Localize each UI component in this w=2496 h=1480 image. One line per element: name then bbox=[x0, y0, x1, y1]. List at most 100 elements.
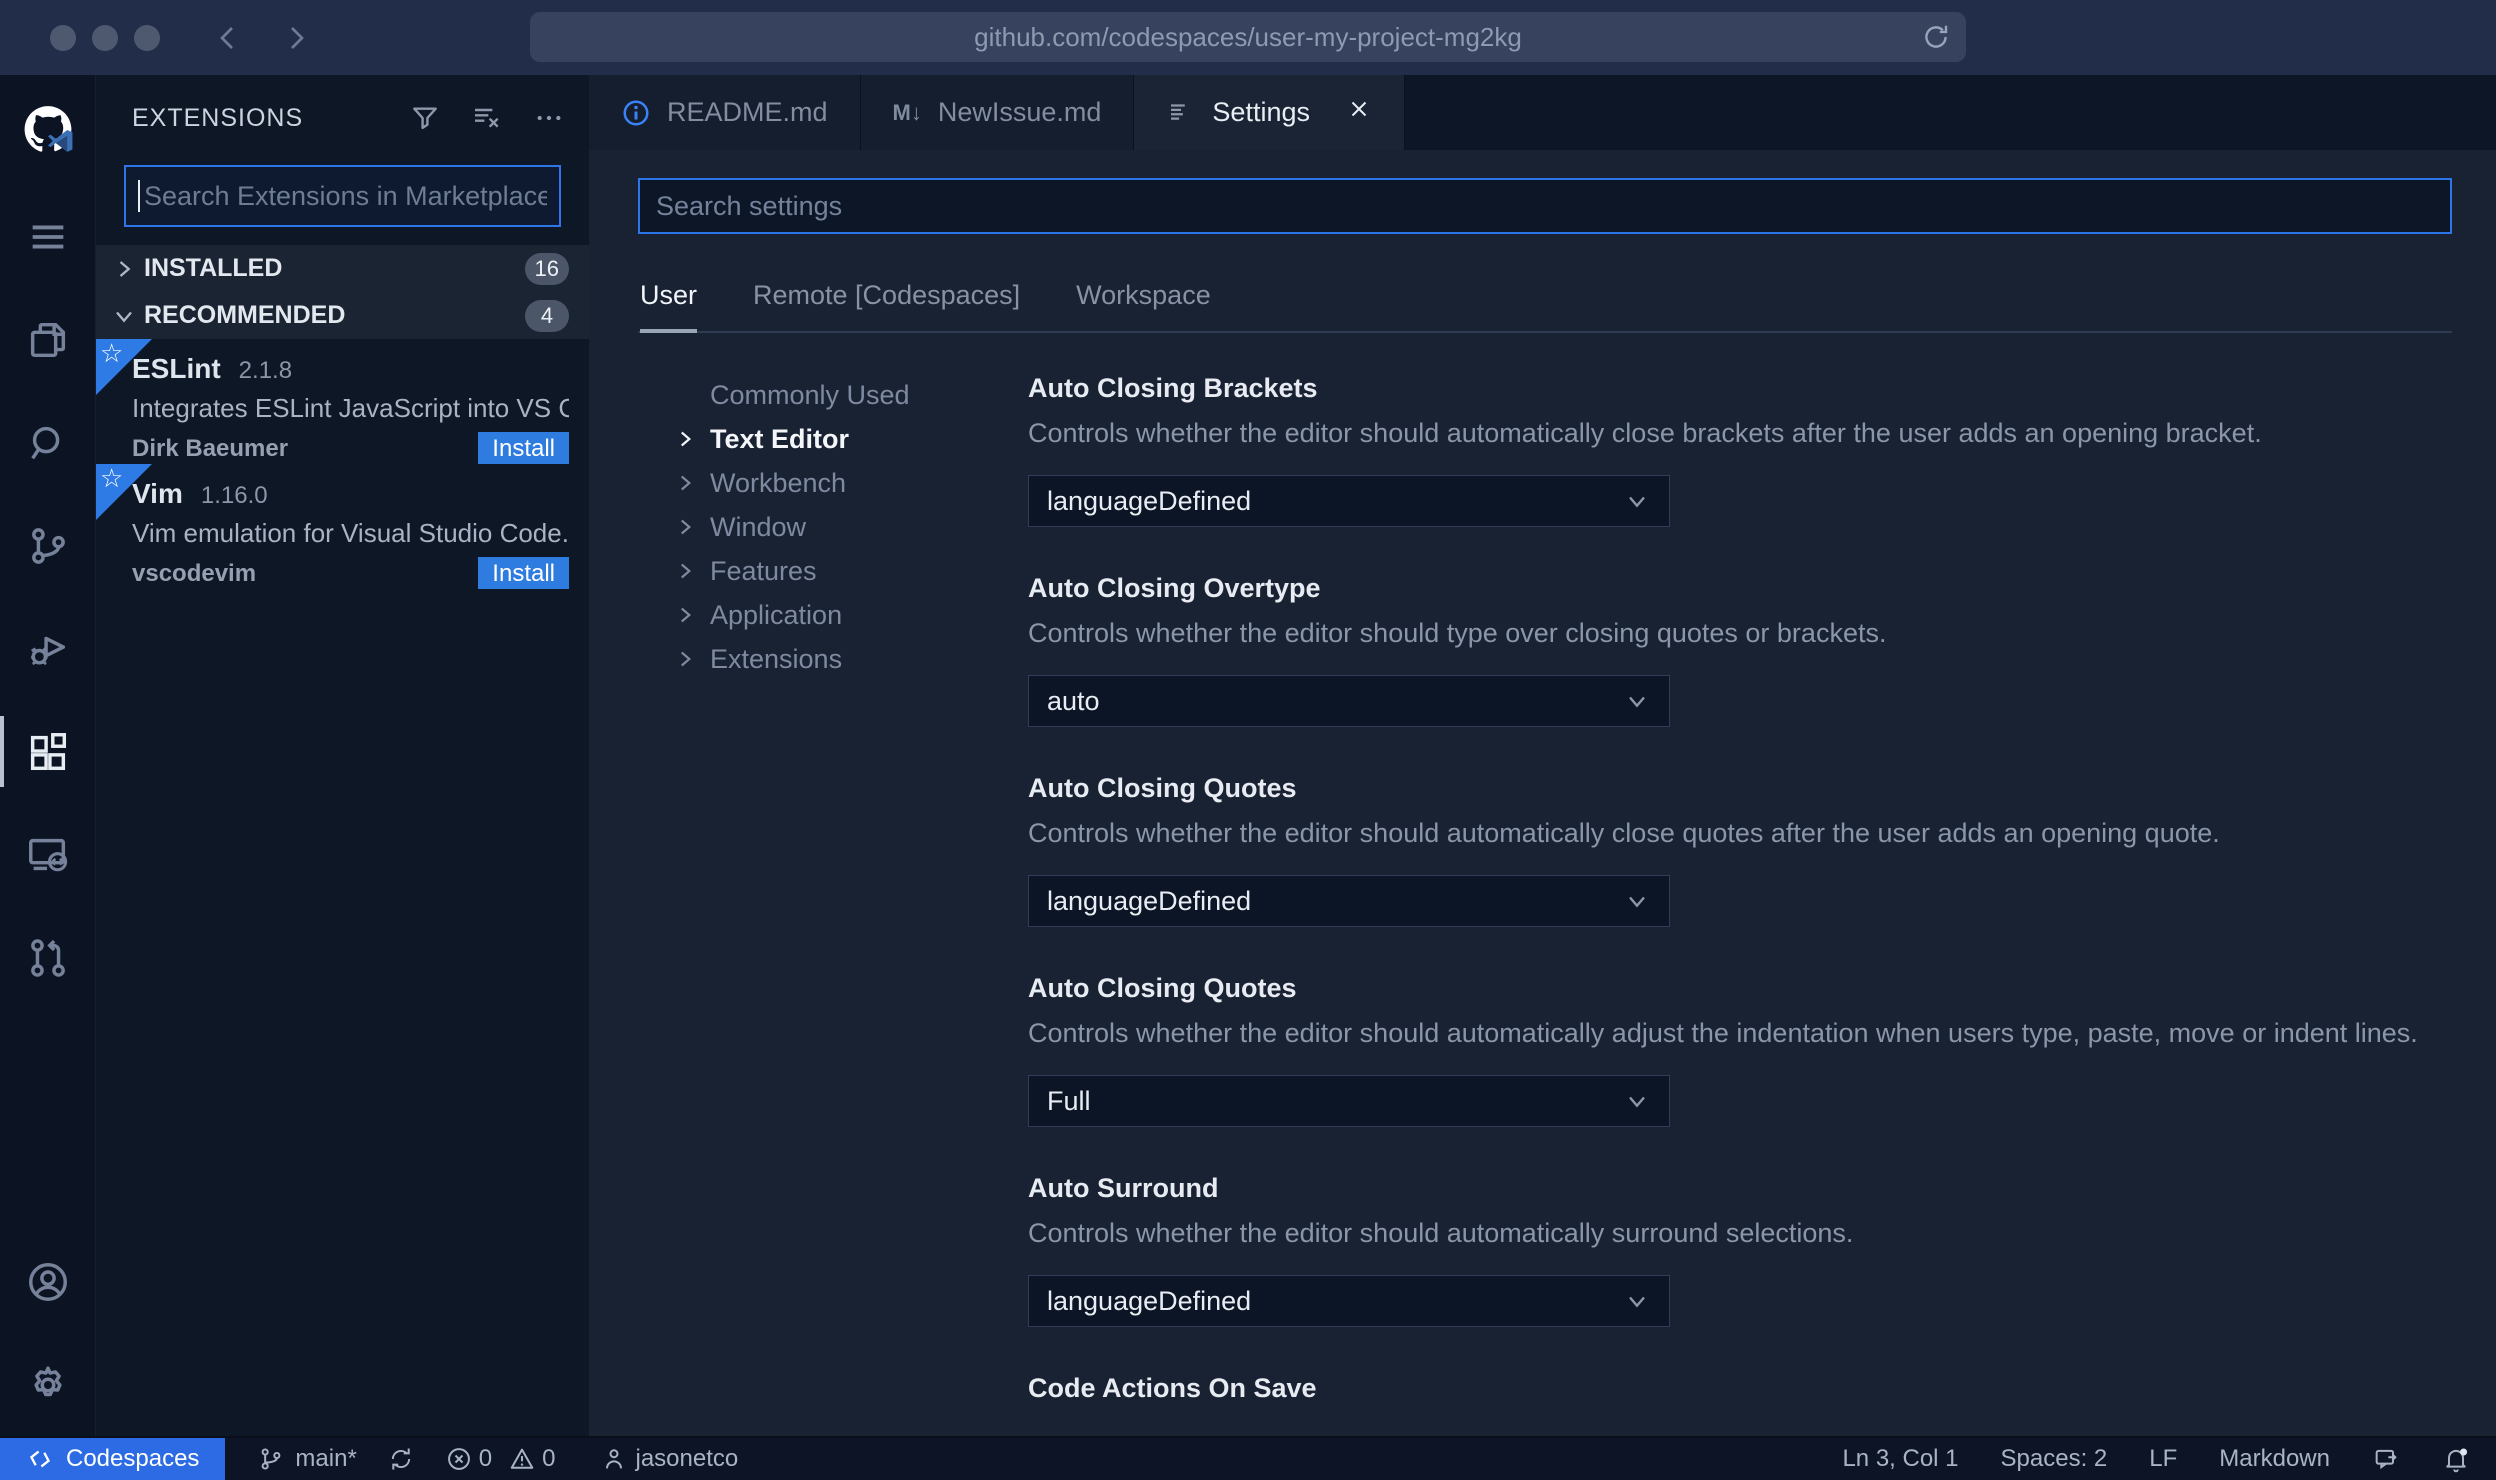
toc-extensions[interactable]: Extensions bbox=[638, 637, 1028, 681]
setting-title: Auto Closing Brackets bbox=[1028, 373, 1318, 403]
setting-title: Auto Surround bbox=[1028, 1173, 1219, 1203]
settings-search-input[interactable]: Search settings bbox=[638, 178, 2452, 234]
window-close-button[interactable] bbox=[50, 24, 76, 51]
codespaces-remote-indicator[interactable]: Codespaces bbox=[0, 1438, 226, 1480]
window-controls[interactable] bbox=[50, 24, 160, 51]
section-recommended[interactable]: RECOMMENDED 4 bbox=[96, 292, 589, 339]
cursor-position[interactable]: Ln 3, Col 1 bbox=[1842, 1445, 1958, 1473]
menu-icon[interactable] bbox=[0, 185, 95, 288]
activity-bar bbox=[0, 75, 95, 1436]
eol-indicator[interactable]: LF bbox=[2149, 1445, 2177, 1473]
text-caret bbox=[138, 180, 140, 212]
user-indicator[interactable]: jasonetco bbox=[600, 1445, 739, 1473]
extension-publisher: Dirk Baeumer bbox=[132, 435, 289, 462]
search-icon[interactable] bbox=[0, 391, 95, 494]
forward-icon[interactable] bbox=[280, 22, 312, 54]
remote-icon bbox=[29, 1450, 51, 1468]
setting-dropdown[interactable]: languageDefined bbox=[1028, 475, 1670, 527]
back-icon[interactable] bbox=[212, 22, 244, 54]
chevron-right-icon bbox=[680, 475, 691, 491]
toc-window[interactable]: Window bbox=[638, 505, 1028, 549]
setting-auto-closing-overtype: Auto Closing Overtype Controls whether t… bbox=[1028, 573, 2452, 727]
setting-dropdown[interactable]: Full bbox=[1028, 1075, 1670, 1127]
extensions-icon[interactable] bbox=[0, 700, 95, 803]
setting-auto-closing-quotes: Auto Closing Quotes Controls whether the… bbox=[1028, 773, 2452, 927]
extension-item-eslint[interactable]: ☆ ESLint 2.1.8 Integrates ESLint JavaScr… bbox=[96, 339, 589, 464]
tab-newissue[interactable]: M↓ NewIssue.md bbox=[860, 75, 1135, 150]
scope-tab-user[interactable]: User bbox=[640, 280, 698, 333]
pull-requests-icon[interactable] bbox=[0, 906, 95, 1009]
language-mode[interactable]: Markdown bbox=[2219, 1445, 2330, 1473]
extensions-search-placeholder: Search Extensions in Marketplace bbox=[143, 180, 547, 211]
setting-code-actions-on-save: Code Actions On Save bbox=[1028, 1373, 2452, 1404]
editor-group: README.md M↓ NewIssue.md Settings Search… bbox=[589, 75, 2496, 1436]
reload-icon[interactable] bbox=[1920, 21, 1952, 53]
clear-extensions-search-icon[interactable] bbox=[471, 102, 503, 134]
problems-indicator[interactable]: 0 0 bbox=[445, 1445, 566, 1473]
chevron-right-icon bbox=[680, 519, 691, 535]
branch-icon bbox=[262, 1448, 281, 1470]
branch-indicator[interactable]: main* bbox=[257, 1445, 357, 1473]
warning-icon bbox=[510, 1448, 534, 1469]
tab-label: README.md bbox=[667, 97, 828, 127]
username: jasonetco bbox=[635, 1445, 739, 1472]
close-icon[interactable] bbox=[1346, 96, 1372, 122]
window-minimize-button[interactable] bbox=[92, 24, 118, 51]
explorer-icon[interactable] bbox=[0, 288, 95, 391]
feedback-icon bbox=[2375, 1449, 2397, 1470]
filter-icon[interactable] bbox=[409, 102, 441, 134]
installed-count-badge: 16 bbox=[524, 252, 569, 285]
setting-dropdown[interactable]: languageDefined bbox=[1028, 1275, 1670, 1327]
install-button[interactable]: Install bbox=[478, 432, 569, 464]
feedback-button[interactable] bbox=[2372, 1445, 2400, 1473]
bell-icon bbox=[2446, 1448, 2468, 1473]
chevron-down-icon bbox=[1628, 1096, 1646, 1107]
more-actions-icon[interactable] bbox=[533, 102, 565, 134]
toc-commonly-used[interactable]: Commonly Used bbox=[638, 373, 1028, 417]
extension-item-vim[interactable]: ☆ Vim 1.16.0 Vim emulation for Visual St… bbox=[96, 464, 589, 589]
account-icon[interactable] bbox=[0, 1230, 95, 1333]
url-bar[interactable]: github.com/codespaces/user-my-project-mg… bbox=[530, 12, 1966, 62]
recommended-count-badge: 4 bbox=[525, 299, 569, 332]
scope-tab-workspace[interactable]: Workspace bbox=[1076, 280, 1211, 311]
settings-gear-icon[interactable] bbox=[0, 1333, 95, 1436]
status-bar: Codespaces main* 0 0 jasonetco Ln 3, Col… bbox=[0, 1436, 2496, 1480]
tab-readme[interactable]: README.md bbox=[589, 75, 861, 150]
chevron-down-icon bbox=[1628, 496, 1646, 507]
chevron-right-icon bbox=[680, 431, 691, 447]
sync-button[interactable] bbox=[387, 1445, 415, 1473]
setting-description: Controls whether the editor should type … bbox=[1028, 618, 1887, 648]
toc-features[interactable]: Features bbox=[638, 549, 1028, 593]
url-text: github.com/codespaces/user-my-project-mg… bbox=[974, 21, 1522, 52]
markdown-icon: M↓ bbox=[892, 99, 922, 125]
setting-dropdown[interactable]: languageDefined bbox=[1028, 875, 1670, 927]
setting-title: Auto Closing Quotes bbox=[1028, 973, 1297, 1003]
chevron-down-icon bbox=[1628, 896, 1646, 907]
settings-scope-tabs: User Remote [Codespaces] Workspace bbox=[638, 280, 2452, 333]
install-button[interactable]: Install bbox=[478, 557, 569, 589]
chevron-down-icon bbox=[1628, 696, 1646, 707]
error-icon bbox=[447, 1448, 470, 1470]
indentation[interactable]: Spaces: 2 bbox=[2001, 1445, 2108, 1473]
toc-workbench[interactable]: Workbench bbox=[638, 461, 1028, 505]
chevron-down-icon bbox=[115, 310, 133, 322]
toc-application[interactable]: Application bbox=[638, 593, 1028, 637]
setting-dropdown[interactable]: auto bbox=[1028, 675, 1670, 727]
run-debug-icon[interactable] bbox=[0, 597, 95, 700]
source-control-icon[interactable] bbox=[0, 494, 95, 597]
warning-count: 0 bbox=[542, 1445, 556, 1472]
remote-explorer-icon[interactable] bbox=[0, 803, 95, 906]
settings-list-icon bbox=[1171, 103, 1186, 120]
setting-description: Controls whether the editor should autom… bbox=[1028, 1218, 1854, 1248]
chevron-right-icon bbox=[680, 563, 691, 579]
toc-text-editor[interactable]: Text Editor bbox=[638, 417, 1028, 461]
section-installed[interactable]: INSTALLED 16 bbox=[96, 245, 589, 292]
chevron-right-icon bbox=[680, 651, 691, 667]
scope-tab-remote[interactable]: Remote [Codespaces] bbox=[753, 280, 1020, 311]
tab-settings[interactable]: Settings bbox=[1134, 75, 1405, 150]
extensions-search-input[interactable]: Search Extensions in Marketplace bbox=[124, 165, 561, 227]
notifications-button[interactable] bbox=[2442, 1445, 2470, 1473]
settings-toc: Commonly Used Text Editor Workbench Wind… bbox=[638, 373, 1028, 1436]
window-zoom-button[interactable] bbox=[134, 24, 160, 51]
browser-window: github.com/codespaces/user-my-project-mg… bbox=[0, 0, 2496, 1480]
